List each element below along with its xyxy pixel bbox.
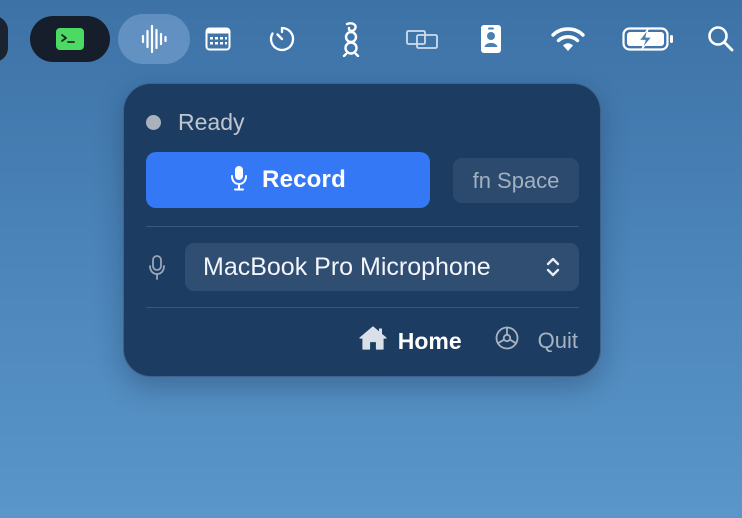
menubar-contact-item[interactable]: [474, 14, 508, 64]
home-label: Home: [397, 327, 462, 354]
calendar-grid-icon: [205, 27, 231, 51]
house-icon: [358, 325, 398, 357]
status-dot: [146, 114, 161, 130]
menubar-display-item[interactable]: [402, 14, 442, 64]
status-row: Ready: [146, 108, 244, 136]
record-button-label: Record: [262, 166, 346, 193]
popover-footer: Home Quit: [358, 326, 578, 356]
quit-button[interactable]: Quit: [494, 325, 578, 357]
wifi-icon: [550, 25, 586, 53]
input-device-value: MacBook Pro Microphone: [203, 252, 491, 281]
menubar-calendar-item[interactable]: [200, 14, 236, 64]
home-button[interactable]: Home: [358, 325, 462, 357]
search-icon: [707, 25, 735, 53]
menubar-battery-item[interactable]: [620, 14, 676, 64]
menu-bar: [0, 0, 742, 78]
divider: [146, 307, 579, 308]
quit-label: Quit: [537, 328, 578, 353]
shortcut-badge: fn Space: [453, 158, 579, 203]
status-text: Ready: [178, 108, 245, 135]
microphone-icon: [146, 254, 168, 282]
record-button[interactable]: Record: [146, 152, 430, 208]
input-device-select[interactable]: MacBook Pro Microphone: [185, 243, 579, 291]
menubar-app-pill[interactable]: [0, 16, 8, 62]
wireguard-dragon-icon: [339, 21, 363, 57]
chevron-up-down-icon: [545, 255, 561, 286]
menubar-waveform-item[interactable]: [118, 14, 190, 64]
microphone-icon: [230, 165, 248, 196]
terminal-icon: [55, 27, 85, 51]
waveform-icon: [140, 24, 168, 54]
gear-icon: [494, 325, 538, 357]
menubar-wifi-item[interactable]: [546, 14, 590, 64]
battery-charging-icon: [622, 26, 674, 52]
menubar-wireguard-item[interactable]: [334, 14, 368, 64]
contact-badge-icon: [480, 24, 502, 54]
divider: [146, 226, 579, 227]
menubar-timer-item[interactable]: [264, 14, 300, 64]
timer-icon: [268, 25, 296, 53]
menubar-search-item[interactable]: [704, 14, 738, 64]
shortcut-label: fn Space: [472, 167, 560, 193]
menubar-terminal-item[interactable]: [30, 16, 110, 62]
display-mirror-icon: [405, 27, 439, 51]
dictation-popover: Ready Record fn Space MacBook Pro Microp…: [123, 83, 601, 377]
